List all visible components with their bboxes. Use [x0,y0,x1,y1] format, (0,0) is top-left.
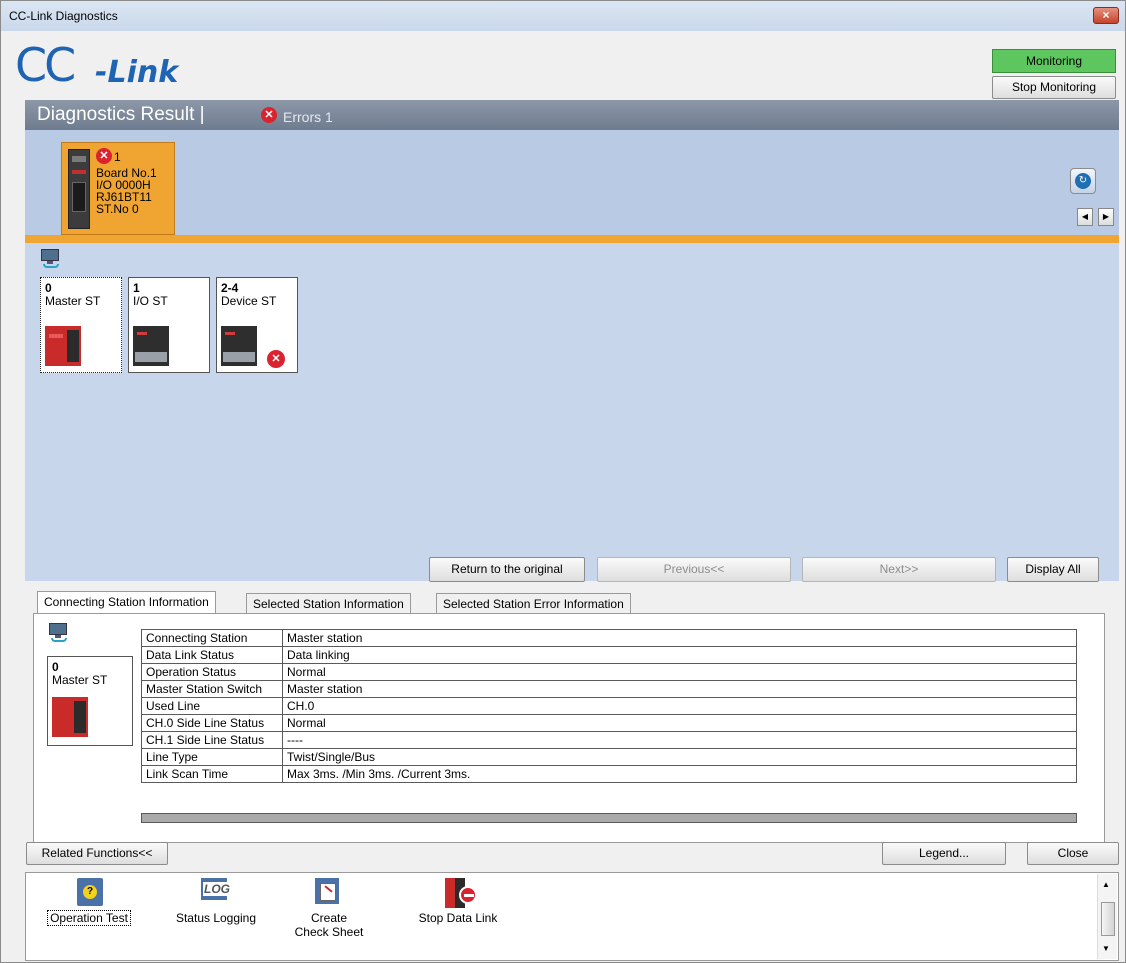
cc-link-logo: CC -Link [15,37,185,97]
board-error-count: 1 [114,150,121,164]
pc-connection-icon [41,249,61,268]
stop-data-link-label: Stop Data Link [418,911,498,925]
table-row: Data Link Status Data linking [141,646,1077,664]
error-icon: ✕ [261,107,277,123]
module-bar-accent-line [25,235,1119,243]
scroll-left-button[interactable]: ◀ [1077,208,1093,226]
station-number: 0 [45,281,52,295]
tab-selected-station-error-information[interactable]: Selected Station Error Information [436,593,631,615]
refresh-button[interactable]: ↻ [1070,168,1096,194]
table-footer-strip [141,813,1077,823]
table-row: Used Line CH.0 [141,697,1077,715]
next-button[interactable]: Next>> [802,557,996,582]
logo-link-text: -Link [95,55,179,90]
board-station-number: ST.No 0 [96,202,139,216]
monitoring-status-badge: Monitoring [992,49,1116,73]
diagnostics-result-header: Diagnostics Result | ✕ Errors 1 [25,100,1119,130]
connecting-station-card: 0 Master ST [47,656,133,746]
operation-test-function[interactable]: ? Operation Test [39,878,139,926]
logo-cc-text: CC [15,38,76,92]
station-label: I/O ST [133,294,168,308]
station-number: 1 [133,281,140,295]
table-row: Link Scan Time Max 3ms. /Min 3ms. /Curren… [141,765,1077,783]
station-error-icon: ✕ [267,350,285,368]
scrollbar-thumb[interactable] [1101,902,1115,936]
table-row: CH.0 Side Line Status Normal [141,714,1077,732]
pc-connection-icon [49,623,69,642]
operation-test-icon: ? [77,878,103,906]
cc-link-diagnostics-window: CC-Link Diagnostics × CC -Link Monitorin… [0,0,1126,963]
table-row: Connecting Station Master station [141,629,1077,647]
status-logging-icon: LOG [201,878,231,906]
stop-data-link-icon [445,878,477,908]
plc-module-icon [68,149,90,229]
table-row: CH.1 Side Line Status ---- [141,731,1077,749]
close-button[interactable]: Close [1027,842,1119,865]
related-functions-button[interactable]: Related Functions<< [26,842,168,865]
status-logging-function[interactable]: LOG Status Logging [161,878,271,925]
refresh-icon: ↻ [1075,173,1091,189]
module-selection-bar [25,130,1119,235]
diagnostics-title: Diagnostics Result | [37,104,205,125]
tab-connecting-station-information[interactable]: Connecting Station Information [37,591,216,615]
errors-count-label: Errors 1 [283,109,333,125]
legend-button[interactable]: Legend... [882,842,1006,865]
display-all-button[interactable]: Display All [1007,557,1099,582]
io-station-module-icon [133,326,169,366]
station-label: Master ST [45,294,101,308]
station-card-master[interactable]: 0 Master ST [40,277,122,373]
board-error-icon: ✕ [96,148,112,164]
board-module-tab[interactable]: ✕ 1 Board No.1 I/O 0000H RJ61BT11 ST.No … [61,142,175,235]
table-row: Operation Status Normal [141,663,1077,681]
scroll-right-button[interactable]: ▶ [1098,208,1114,226]
station-label: Master ST [52,673,108,687]
tab-selected-station-information[interactable]: Selected Station Information [246,593,411,615]
device-station-module-icon [221,326,257,366]
create-check-sheet-icon [315,878,343,906]
related-functions-scrollbar[interactable]: ▲ ▼ [1097,874,1117,959]
master-station-module-icon [52,697,88,737]
window-title: CC-Link Diagnostics [9,9,118,23]
station-card-io[interactable]: 1 I/O ST [128,277,210,373]
window-close-button[interactable]: × [1093,7,1119,24]
station-number: 0 [52,660,59,674]
operation-test-label: Operation Test [47,910,131,926]
station-number: 2-4 [221,281,239,295]
stop-monitoring-button[interactable]: Stop Monitoring [992,76,1116,99]
return-to-original-button[interactable]: Return to the original [429,557,585,582]
create-check-sheet-label: Create Check Sheet [294,911,364,939]
previous-button[interactable]: Previous<< [597,557,791,582]
board-info: Board No.1 I/O 0000H RJ61BT11 ST.No 0 [96,167,157,215]
create-check-sheet-function[interactable]: Create Check Sheet [293,878,365,939]
station-label: Device ST [221,294,277,308]
connecting-station-info-table: Connecting Station Master station Data Li… [141,629,1077,783]
status-logging-label: Status Logging [175,911,257,925]
table-row: Master Station Switch Master station [141,680,1077,698]
master-station-module-icon [45,326,81,366]
scroll-up-icon[interactable]: ▲ [1102,880,1110,889]
scroll-down-icon[interactable]: ▼ [1102,944,1110,953]
table-row: Line Type Twist/Single/Bus [141,748,1077,766]
title-bar: CC-Link Diagnostics × [1,1,1125,31]
station-card-device[interactable]: 2-4 Device ST ✕ [216,277,298,373]
stop-data-link-function[interactable]: Stop Data Link [413,878,503,925]
